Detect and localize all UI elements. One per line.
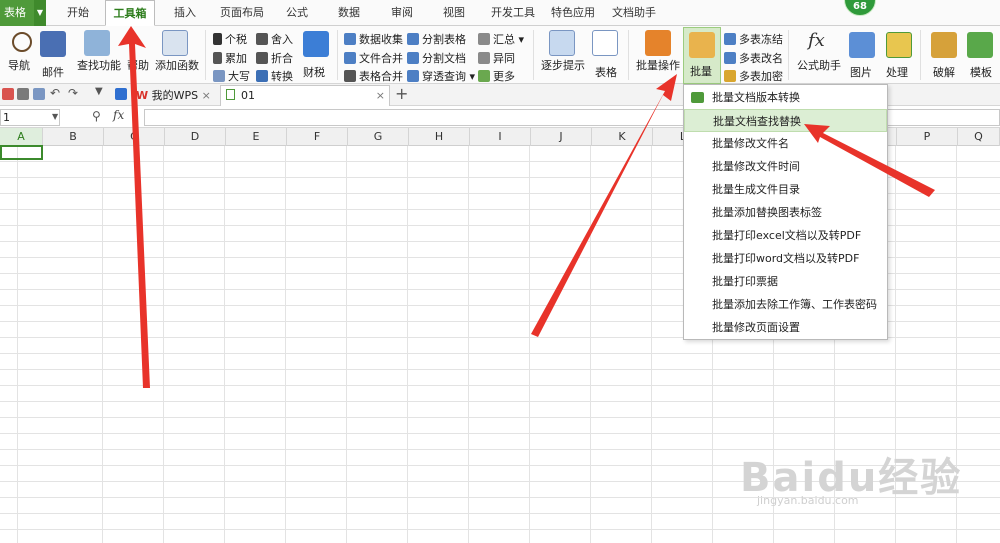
arrow-to-batch-button (531, 74, 677, 337)
annotation-arrows (118, 26, 935, 388)
arrow-to-find-replace-item (804, 124, 935, 197)
arrow-to-toolbox-tab (118, 26, 150, 388)
